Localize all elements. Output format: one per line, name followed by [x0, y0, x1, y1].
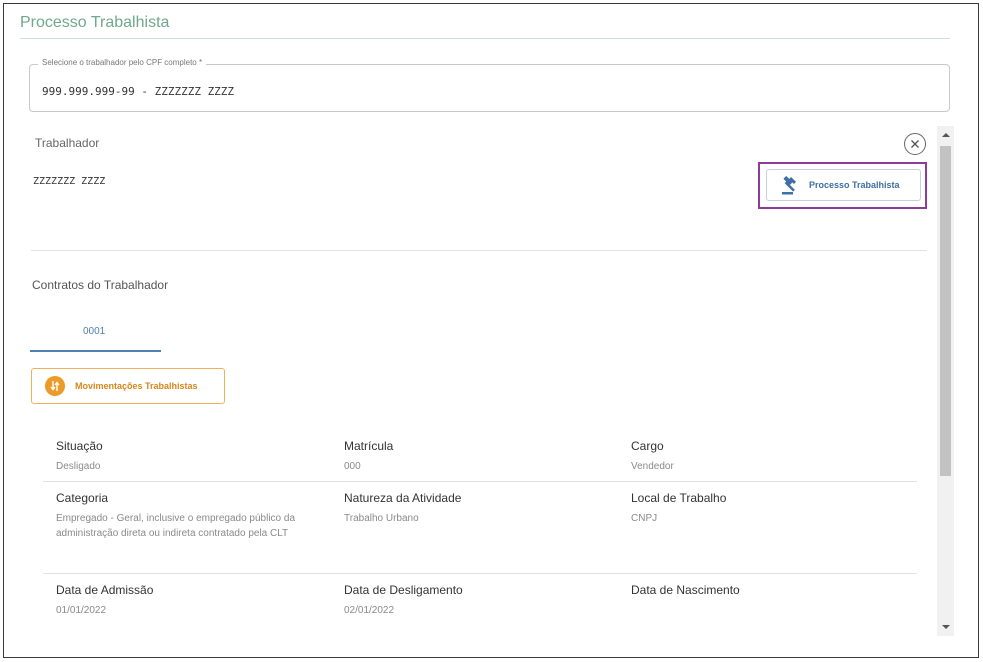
detail-value: 000 — [344, 461, 361, 472]
detail-value: Vendedor — [631, 461, 674, 472]
detail-local-trabalho: Local de Trabalho CNPJ — [631, 491, 901, 526]
detail-natureza-atividade: Natureza da Atividade Trabalho Urbano — [344, 491, 614, 526]
movimentacoes-trabalhistas-button[interactable]: Movimentações Trabalhistas — [31, 368, 225, 404]
cpf-field-label: Selecione o trabalhador pelo CPF complet… — [38, 58, 207, 67]
detail-data-desligamento: Data de Desligamento 02/01/2022 — [344, 583, 614, 618]
chevron-down-icon — [941, 625, 950, 629]
detail-label: Data de Desligamento — [344, 583, 463, 597]
details-row: Data de Admissão 01/01/2022 Data de Desl… — [43, 574, 917, 626]
worker-label: Trabalhador — [35, 136, 100, 150]
detail-label: Matrícula — [344, 439, 394, 453]
detail-value: Trabalho Urbano — [344, 513, 419, 524]
detail-label: Categoria — [56, 491, 109, 505]
scroll-down-button[interactable] — [937, 620, 954, 634]
detail-value: 02/01/2022 — [344, 605, 395, 616]
main-panel: Processo Trabalhista Selecione o trabalh… — [3, 3, 979, 658]
contract-details: Situação Desligado Matrícula 000 Cargo V… — [43, 430, 917, 626]
detail-value: 01/01/2022 — [56, 605, 107, 616]
detail-value: CNPJ — [631, 513, 658, 524]
detail-data-admissao: Data de Admissão 01/01/2022 — [56, 583, 326, 618]
detail-data-nascimento: Data de Nascimento — [631, 583, 901, 603]
cpf-select-field[interactable]: Selecione o trabalhador pelo CPF complet… — [29, 58, 950, 112]
detail-label: Natureza da Atividade — [344, 491, 462, 505]
page-title: Processo Trabalhista — [20, 14, 170, 31]
detail-label: Local de Trabalho — [631, 491, 727, 505]
title-divider — [20, 38, 950, 39]
detail-label: Situação — [56, 439, 103, 453]
detail-label: Cargo — [631, 439, 664, 453]
detail-label: Data de Nascimento — [631, 583, 740, 597]
tab-contract-0001[interactable]: 0001 — [30, 319, 161, 352]
scroll-up-button[interactable] — [937, 128, 954, 142]
tab-contract-label: 0001 — [83, 326, 106, 337]
processo-trabalhista-button[interactable]: Processo Trabalhista — [766, 169, 921, 201]
contracts-heading: Contratos do Trabalhador — [32, 278, 169, 292]
chevron-up-icon — [941, 133, 950, 137]
detail-label: Data de Admissão — [56, 583, 154, 597]
detail-cargo: Cargo Vendedor — [631, 439, 901, 474]
detail-categoria: Categoria Empregado - Geral, inclusive o… — [56, 491, 326, 541]
details-row: Categoria Empregado - Geral, inclusive o… — [43, 482, 917, 574]
details-row: Situação Desligado Matrícula 000 Cargo V… — [43, 430, 917, 482]
detail-value: Desligado — [56, 461, 101, 472]
cpf-field-value[interactable]: 999.999.999-99 - ZZZZZZZ ZZZZ — [42, 85, 234, 98]
worker-panel: Trabalhador ZZZZZZZ ZZZZ Processo Trabal… — [25, 126, 950, 636]
vertical-scrollbar[interactable] — [937, 126, 954, 636]
scrollbar-thumb[interactable] — [940, 146, 951, 476]
transfer-icon — [45, 376, 65, 396]
detail-situacao: Situação Desligado — [56, 439, 326, 474]
worker-name: ZZZZZZZ ZZZZ — [33, 176, 106, 187]
movimentacoes-label: Movimentações Trabalhistas — [75, 381, 198, 391]
close-button[interactable] — [904, 133, 926, 155]
detail-value: Empregado - Geral, inclusive o empregado… — [56, 513, 296, 539]
detail-matricula: Matrícula 000 — [344, 439, 614, 474]
close-icon — [911, 140, 919, 148]
section-divider — [31, 250, 927, 251]
processo-trabalhista-label: Processo Trabalhista — [809, 180, 900, 190]
gavel-icon — [782, 176, 797, 195]
